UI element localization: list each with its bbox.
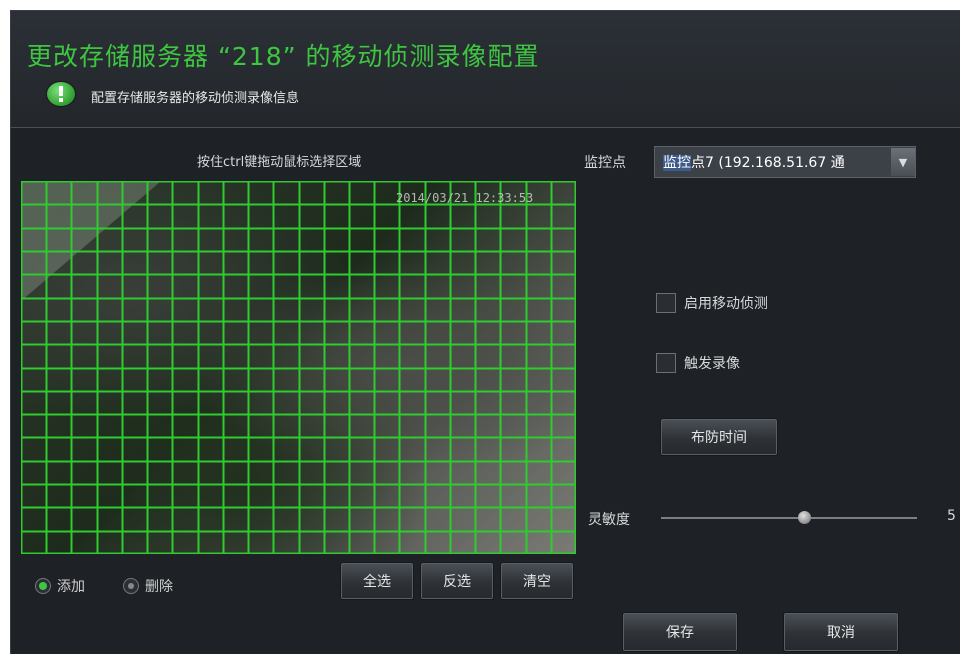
detection-region-grid[interactable]: 2014/03/21 12:33:53 xyxy=(21,181,576,554)
schedule-button[interactable]: 布防时间 xyxy=(661,419,777,455)
monitor-point-value-rest: 点7 (192.168.51.67 通 xyxy=(691,155,845,171)
trigger-recording-checkbox[interactable]: 触发录像 xyxy=(656,353,740,373)
dialog-header: 更改存储服务器 “218” 的移动侦测录像配置 配置存储服务器的移动侦测录像信息 xyxy=(11,11,960,128)
sensitivity-slider-track[interactable] xyxy=(661,517,917,519)
chevron-down-icon[interactable]: ▼ xyxy=(891,148,915,176)
dialog-subtitle: 配置存储服务器的移动侦测录像信息 xyxy=(91,91,300,106)
monitor-point-value: 监控点7 (192.168.51.67 通 xyxy=(655,152,891,172)
add-radio-label: 添加 xyxy=(57,579,85,595)
sensitivity-value: 5 xyxy=(947,508,956,524)
info-icon xyxy=(47,82,75,106)
delete-radio[interactable]: 删除 xyxy=(123,576,173,596)
sensitivity-label: 灵敏度 xyxy=(588,512,630,528)
sensitivity-slider-thumb[interactable] xyxy=(798,511,812,524)
enable-motion-detection-box[interactable] xyxy=(656,293,676,313)
video-timestamp: 2014/03/21 12:33:53 xyxy=(396,191,534,205)
monitor-point-select[interactable]: 监控点7 (192.168.51.67 通 ▼ xyxy=(654,146,916,178)
region-hint: 按住ctrl键拖动鼠标选择区域 xyxy=(197,155,362,170)
delete-radio-label: 删除 xyxy=(145,579,173,595)
enable-motion-detection-checkbox[interactable]: 启用移动侦测 xyxy=(656,293,768,313)
clear-button[interactable]: 清空 xyxy=(501,563,573,599)
monitor-point-label: 监控点 xyxy=(584,155,626,171)
add-radio[interactable]: 添加 xyxy=(35,576,85,596)
monitor-point-value-highlight: 监控 xyxy=(663,155,691,171)
trigger-recording-box[interactable] xyxy=(656,353,676,373)
dialog-title: 更改存储服务器 “218” 的移动侦测录像配置 xyxy=(27,42,540,71)
select-all-button[interactable]: 全选 xyxy=(341,563,413,599)
cancel-button[interactable]: 取消 xyxy=(784,613,898,651)
grid-overlay xyxy=(21,181,576,554)
save-button[interactable]: 保存 xyxy=(623,613,737,651)
selected-region xyxy=(21,181,161,301)
delete-radio-indicator[interactable] xyxy=(123,578,139,594)
trigger-recording-label: 触发录像 xyxy=(684,356,740,372)
add-radio-indicator[interactable] xyxy=(35,578,51,594)
motion-detection-dialog: 更改存储服务器 “218” 的移动侦测录像配置 配置存储服务器的移动侦测录像信息… xyxy=(10,10,960,654)
invert-selection-button[interactable]: 反选 xyxy=(421,563,493,599)
enable-motion-detection-label: 启用移动侦测 xyxy=(684,296,768,312)
